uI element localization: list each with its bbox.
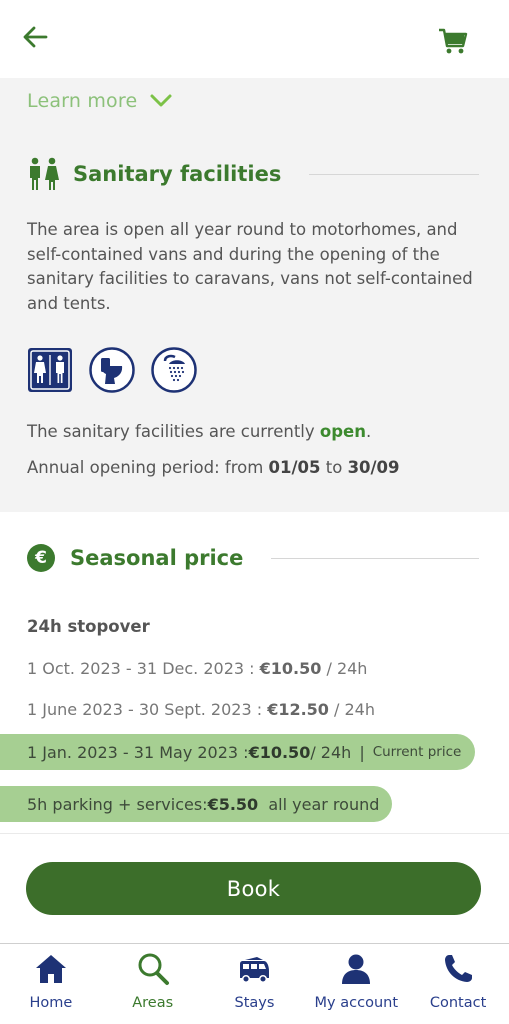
learn-more-label: Learn more bbox=[27, 90, 138, 112]
sanitary-title: Sanitary facilities bbox=[73, 162, 282, 186]
sanitary-facilities-heading: Sanitary facilities bbox=[27, 154, 479, 194]
learn-more-toggle[interactable]: Learn more bbox=[27, 86, 173, 116]
current-price-tag: Current price bbox=[372, 744, 462, 760]
campervan-icon bbox=[240, 957, 270, 984]
divider bbox=[0, 833, 509, 834]
nav-label-my-account: My account bbox=[314, 995, 399, 1011]
restroom-icon bbox=[30, 157, 59, 190]
back-button[interactable] bbox=[20, 22, 50, 52]
nav-item-contact[interactable]: Contact bbox=[407, 944, 509, 1024]
heading-divider bbox=[309, 173, 479, 175]
euro-icon: € bbox=[27, 544, 55, 572]
nav-label-contact: Contact bbox=[429, 995, 487, 1011]
period-to: 30/09 bbox=[347, 458, 400, 477]
current-price-row: 1 Jan. 2023 - 31 May 2023 : €10.50 / 24h… bbox=[0, 734, 475, 770]
arrow-left-icon bbox=[23, 26, 48, 48]
nav-item-areas[interactable]: Areas bbox=[102, 944, 204, 1024]
toilet-icon bbox=[89, 347, 135, 393]
nav-item-home[interactable]: Home bbox=[0, 944, 102, 1024]
seasonal-price-title: Seasonal price bbox=[70, 546, 244, 570]
sanitary-description: The area is open all year round to motor… bbox=[27, 220, 473, 313]
search-icon bbox=[138, 953, 169, 985]
facility-icons bbox=[27, 347, 197, 393]
chevron-down-icon bbox=[150, 94, 172, 107]
nav-label-home: Home bbox=[29, 995, 73, 1011]
nav-item-my-account[interactable]: My account bbox=[305, 944, 407, 1024]
book-button[interactable]: Book bbox=[26, 862, 481, 915]
status-open-value: open bbox=[319, 422, 366, 441]
nav-label-areas: Areas bbox=[132, 995, 174, 1011]
price-row: 1 June 2023 - 30 Sept. 2023 : €12.50 / 2… bbox=[27, 700, 375, 719]
period-from: 01/05 bbox=[268, 458, 321, 477]
nav-label-stays: Stays bbox=[234, 995, 275, 1011]
phone-icon bbox=[445, 955, 473, 982]
seasonal-price-heading: € Seasonal price bbox=[27, 538, 479, 578]
opening-period: Annual opening period: from 01/05 to 30/… bbox=[27, 458, 400, 477]
nav-item-stays[interactable]: Stays bbox=[204, 944, 306, 1024]
bottom-navigation: Home Areas Stays My account Contact bbox=[0, 943, 509, 1024]
sanitary-status: The sanitary facilities are currently op… bbox=[27, 422, 372, 441]
user-icon bbox=[342, 954, 371, 984]
stopover-label: 24h stopover bbox=[27, 617, 150, 636]
cart-icon bbox=[439, 28, 468, 54]
cart-button[interactable] bbox=[436, 24, 470, 58]
shower-icon bbox=[151, 347, 197, 393]
price-row: 1 Oct. 2023 - 31 Dec. 2023 : €10.50 / 24… bbox=[27, 659, 368, 678]
parking-price-row: 5h parking + services: €5.50 all year ro… bbox=[0, 786, 392, 822]
wc-icon bbox=[28, 348, 72, 392]
home-icon bbox=[35, 955, 66, 983]
top-bar bbox=[0, 0, 509, 78]
heading-divider bbox=[271, 557, 479, 559]
